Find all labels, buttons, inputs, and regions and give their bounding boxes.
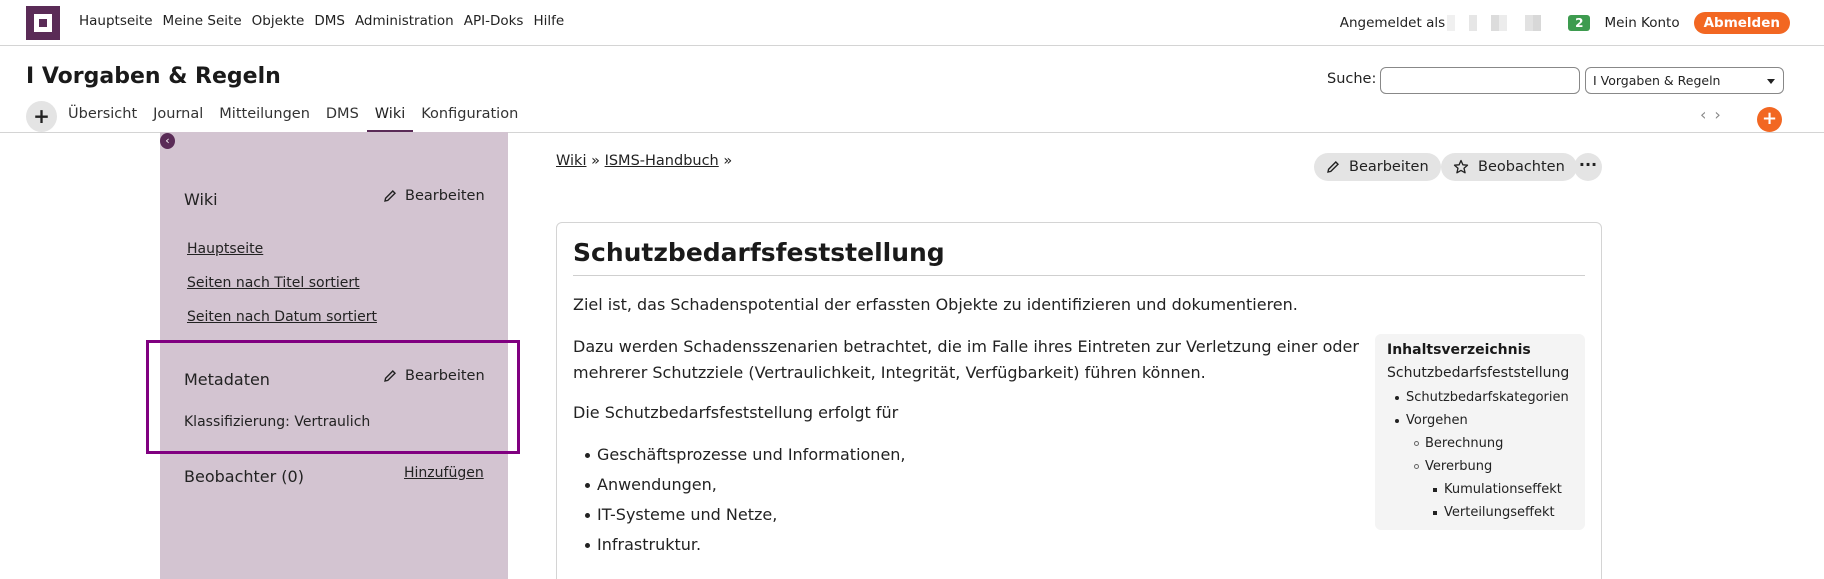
sidebar-metadata-title: Metadaten xyxy=(184,370,270,389)
toc-link-verteilungseffekt[interactable]: Verteilungseffekt xyxy=(1433,505,1555,520)
topnav-dms[interactable]: DMS xyxy=(314,13,345,29)
topnav-hauptseite[interactable]: Hauptseite xyxy=(79,13,153,29)
project-tabs: Übersicht Journal Mitteilungen DMS Wiki … xyxy=(60,100,526,133)
bullet-circle xyxy=(1414,441,1419,446)
pencil-icon xyxy=(384,190,396,202)
bullet-square xyxy=(1433,488,1437,492)
table-of-contents xyxy=(1375,334,1585,530)
top-bar: Hauptseite Meine Seite Objekte DMS Admin… xyxy=(0,0,1824,46)
toc-link-kumulationseffekt[interactable]: Kumulationseffekt xyxy=(1433,482,1562,497)
toc-link-vorgehen[interactable]: Vorgehen xyxy=(1395,413,1468,428)
sidebar-metadata-edit-label: Bearbeiten xyxy=(405,368,485,384)
list-item: Infrastruktur. xyxy=(585,531,906,561)
app-logo[interactable] xyxy=(26,6,60,40)
topnav-objekte[interactable]: Objekte xyxy=(252,13,305,29)
sidebar-link-titel[interactable]: Seiten nach Titel sortiert xyxy=(187,275,360,291)
breadcrumb-separator: » xyxy=(591,153,600,169)
topnav-hilfe[interactable]: Hilfe xyxy=(533,13,564,29)
account-area: Angemeldet als 2 Mein Konto Abmelden xyxy=(1340,11,1790,35)
sidebar-wiki-title: Wiki xyxy=(184,190,218,209)
tab-wiki[interactable]: Wiki xyxy=(366,100,414,133)
watch-page-button[interactable]: Beobachten xyxy=(1441,153,1577,181)
sidebar-link-hauptseite[interactable]: Hauptseite xyxy=(187,241,263,257)
toc-label: Vorgehen xyxy=(1406,413,1468,428)
add-menu-button[interactable]: + xyxy=(26,101,57,132)
watch-page-label: Beobachten xyxy=(1478,159,1565,175)
page-title: I Vorgaben & Regeln xyxy=(26,64,281,89)
toc-label: Berechnung xyxy=(1425,436,1504,451)
tab-uebersicht[interactable]: Übersicht xyxy=(60,100,145,133)
bullet-disc xyxy=(1395,396,1399,400)
tab-bar: + Übersicht Journal Mitteilungen DMS Wik… xyxy=(0,100,1824,133)
toc-label: Vererbung xyxy=(1425,459,1493,474)
sidebar-watchers-title: Beobachter (0) xyxy=(184,467,304,486)
sidebar-wiki-edit-label: Bearbeiten xyxy=(405,188,485,204)
list-item: Geschäftsprozesse und Informationen, xyxy=(585,441,906,471)
project-select-value: I Vorgaben & Regeln xyxy=(1593,73,1721,88)
toc-label: Kumulationseffekt xyxy=(1444,482,1562,497)
tab-dms[interactable]: DMS xyxy=(318,100,367,133)
scope-list: Geschäftsprozesse und Informationen, Anw… xyxy=(585,441,906,561)
toc-label: Schutzbedarfskategorien xyxy=(1406,390,1569,405)
paragraph-scenarios-line1: Dazu werden Schadensszenarien betrachtet… xyxy=(573,337,1359,356)
add-watcher-link[interactable]: Hinzufügen xyxy=(404,465,484,481)
content-title: Schutzbedarfsfeststellung xyxy=(573,238,945,267)
edit-page-label: Bearbeiten xyxy=(1349,159,1429,175)
toc-title: Inhaltsverzeichnis xyxy=(1387,342,1531,358)
breadcrumb-isms-handbuch[interactable]: ISMS-Handbuch xyxy=(605,153,719,169)
search-label: Suche: xyxy=(1327,71,1377,87)
toc-label: Verteilungseffekt xyxy=(1444,505,1555,520)
star-icon xyxy=(1453,159,1469,174)
pencil-icon xyxy=(384,370,396,382)
edit-page-button[interactable]: Bearbeiten xyxy=(1314,153,1441,181)
topnav-administration[interactable]: Administration xyxy=(355,13,454,29)
search-input[interactable] xyxy=(1380,67,1580,94)
sidebar-wiki-edit-button[interactable]: Bearbeiten xyxy=(383,188,485,204)
collapse-sidebar-icon[interactable]: ‹ xyxy=(160,133,175,149)
classification-value: Klassifizierung: Vertraulich xyxy=(184,414,371,430)
logged-in-label: Angemeldet als xyxy=(1339,15,1446,31)
breadcrumb-separator: » xyxy=(723,153,733,169)
tab-konfiguration[interactable]: Konfiguration xyxy=(413,100,526,133)
logout-button[interactable]: Abmelden xyxy=(1693,12,1790,34)
list-item: Anwendungen, xyxy=(585,471,906,501)
sidebar-link-datum[interactable]: Seiten nach Datum sortiert xyxy=(187,309,377,325)
my-account-link[interactable]: Mein Konto xyxy=(1604,15,1679,31)
pixelated-username xyxy=(1447,15,1563,31)
tab-mitteilungen[interactable]: Mitteilungen xyxy=(211,100,318,133)
notification-badge[interactable]: 2 xyxy=(1568,15,1591,31)
toc-link-berechnung[interactable]: Berechnung xyxy=(1414,436,1504,451)
breadcrumb-wiki[interactable]: Wiki xyxy=(556,153,586,169)
top-navigation: Hauptseite Meine Seite Objekte DMS Admin… xyxy=(79,13,574,29)
topnav-api-doks[interactable]: API-Doks xyxy=(464,13,524,29)
breadcrumb: Wiki » ISMS-Handbuch » xyxy=(556,153,732,169)
project-select[interactable]: I Vorgaben & Regeln xyxy=(1585,67,1784,94)
list-item: IT-Systeme und Netze, xyxy=(585,501,906,531)
caret-down-icon xyxy=(1767,79,1775,84)
paragraph-applies-to: Die Schutzbedarfsfeststellung erfolgt fü… xyxy=(573,403,899,422)
metadata-highlight-box xyxy=(146,340,520,454)
sidebar-metadata-edit-button[interactable]: Bearbeiten xyxy=(383,368,485,384)
bullet-square xyxy=(1433,511,1437,515)
bullet-disc xyxy=(1395,419,1399,423)
new-item-button[interactable]: + xyxy=(1757,107,1782,132)
toc-link-schutzbedarfskategorien[interactable]: Schutzbedarfskategorien xyxy=(1395,390,1569,405)
tab-scroll-arrows[interactable]: ‹› xyxy=(1700,105,1729,124)
title-divider xyxy=(573,275,1585,276)
pencil-icon xyxy=(1327,161,1339,173)
toc-link-vererbung[interactable]: Vererbung xyxy=(1414,459,1493,474)
paragraph-goal: Ziel ist, das Schadenspotential der erfa… xyxy=(573,295,1298,314)
tab-journal[interactable]: Journal xyxy=(145,100,211,133)
toc-root-link[interactable]: Schutzbedarfsfeststellung xyxy=(1387,365,1569,381)
more-actions-button[interactable]: ··· xyxy=(1574,153,1602,181)
topnav-meine-seite[interactable]: Meine Seite xyxy=(163,13,242,29)
paragraph-scenarios-line2: mehrerer Schutzziele (Vertraulichkeit, I… xyxy=(573,363,1206,382)
bullet-circle xyxy=(1414,464,1419,469)
